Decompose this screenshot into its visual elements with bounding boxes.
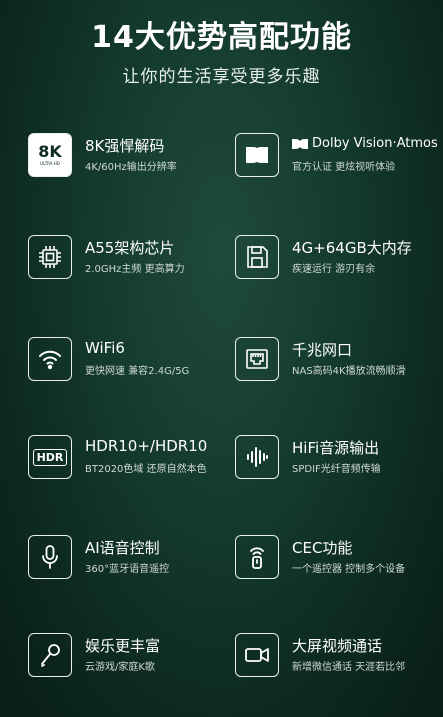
feature-desc: 360°蓝牙语音遥控 xyxy=(85,564,170,575)
dolby-icon xyxy=(235,133,279,177)
feature-ethernet: 千兆网口 NAS高码4K播放流畅顺滑 xyxy=(235,337,443,417)
feature-desc: BT2020色域 还原自然本色 xyxy=(85,464,207,475)
feature-title: HDR10+/HDR10 xyxy=(85,437,208,455)
feature-cec: CEC功能 一个遥控器 控制多个设备 xyxy=(235,535,443,615)
feature-desc: 官方认证 更炫视听体验 xyxy=(292,162,396,173)
feature-title: A55架构芯片 xyxy=(85,239,175,257)
floppy-disk-icon xyxy=(235,235,279,279)
feature-desc: SPDIF光纤音频传输 xyxy=(292,464,381,475)
feature-8k: 8K ULTRA HD 8K强悍解码 4K/60Hz输出分辨率 xyxy=(28,133,238,213)
feature-video-call: 大屏视频通话 新增微信通话 天涯若比邻 xyxy=(235,633,443,713)
chip-icon xyxy=(28,235,72,279)
feature-title: 大屏视频通话 xyxy=(292,637,383,655)
feature-title: WiFi6 xyxy=(85,339,125,357)
feature-chip: A55架构芯片 2.0GHz主频 更高算力 xyxy=(28,235,238,315)
feature-hifi: HiFi音源输出 SPDIF光纤音频传输 xyxy=(235,435,443,515)
wifi-icon xyxy=(28,337,72,381)
feature-title: 4G+64GB大内存 xyxy=(292,239,412,257)
feature-title: 8K强悍解码 xyxy=(85,137,165,155)
feature-title: CEC功能 xyxy=(292,539,353,557)
feature-memory: 4G+64GB大内存 疾速运行 游刃有余 xyxy=(235,235,443,315)
feature-desc: 2.0GHz主频 更高算力 xyxy=(85,264,185,275)
feature-title: AI语音控制 xyxy=(85,539,160,557)
feature-dolby: Dolby Vision·Atmos 官方认证 更炫视听体验 xyxy=(235,133,443,213)
microphone-icon xyxy=(28,535,72,579)
feature-desc: 4K/60Hz输出分辨率 xyxy=(85,162,177,173)
feature-title: 千兆网口 xyxy=(292,341,353,359)
feature-desc: NAS高码4K播放流畅顺滑 xyxy=(292,366,406,377)
feature-voice: AI语音控制 360°蓝牙语音遥控 xyxy=(28,535,238,615)
feature-desc: 新增微信通话 天涯若比邻 xyxy=(292,662,406,673)
audio-waveform-icon xyxy=(235,435,279,479)
feature-title: 娱乐更丰富 xyxy=(85,637,161,655)
feature-title: HiFi音源输出 xyxy=(292,439,380,457)
page-subtitle: 让你的生活享受更多乐趣 xyxy=(122,67,321,87)
feature-desc: 疾速运行 游刃有余 xyxy=(292,264,376,275)
feature-desc: 云游戏/家庭K歌 xyxy=(85,662,155,673)
8k-icon: 8K ULTRA HD xyxy=(28,133,72,177)
dolby-mini-icon xyxy=(292,138,308,149)
feature-desc: 更快网速 兼容2.4G/5G xyxy=(85,366,190,377)
remote-control-icon xyxy=(235,535,279,579)
feature-wifi: WiFi6 更快网速 兼容2.4G/5G xyxy=(28,337,238,417)
ethernet-port-icon xyxy=(235,337,279,381)
feature-hdr: HDR HDR10+/HDR10 BT2020色域 还原自然本色 xyxy=(28,435,238,515)
video-camera-icon xyxy=(235,633,279,677)
feature-entertainment: 娱乐更丰富 云游戏/家庭K歌 xyxy=(28,633,238,713)
karaoke-mic-icon xyxy=(28,633,72,677)
feature-desc: 一个遥控器 控制多个设备 xyxy=(292,564,406,575)
feature-title: Dolby Vision·Atmos xyxy=(292,136,438,151)
hdr-icon: HDR xyxy=(28,435,72,479)
page-title: 14大优势高配功能 xyxy=(91,20,352,55)
